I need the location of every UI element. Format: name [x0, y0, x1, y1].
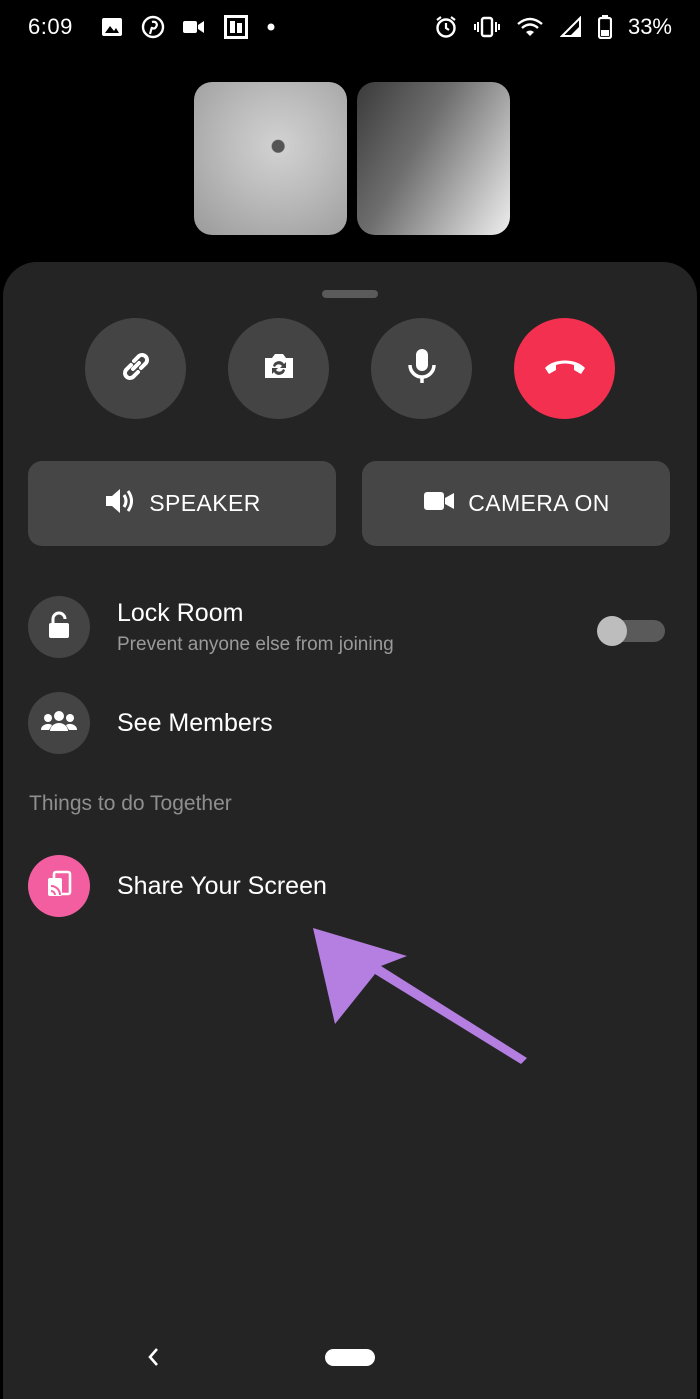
flip-camera-button[interactable]: [228, 318, 329, 419]
group-icon: [40, 709, 78, 738]
share-screen-row[interactable]: Share Your Screen: [28, 855, 327, 917]
section-heading: Things to do Together: [29, 792, 232, 815]
lock-icon: [46, 610, 72, 645]
camera-icon: [422, 489, 456, 519]
see-members-label: See Members: [117, 708, 273, 737]
flip-camera-icon: [259, 346, 299, 391]
call-controls-sheet: SPEAKER CAMERA ON Lock Room Prevent anyo…: [3, 262, 697, 1399]
microphone-icon: [404, 346, 440, 391]
speaker-button[interactable]: SPEAKER: [28, 461, 336, 546]
photo-icon: [223, 14, 249, 40]
end-call-button[interactable]: [514, 318, 615, 419]
end-call-icon: [542, 354, 588, 383]
signal-icon: [559, 16, 582, 38]
back-button[interactable]: [146, 1345, 160, 1374]
lock-room-subtitle: Prevent anyone else from joining: [117, 633, 394, 655]
share-link-button[interactable]: [85, 318, 186, 419]
see-members-row[interactable]: See Members: [28, 692, 273, 754]
battery-percent: 33%: [627, 14, 672, 39]
audio-video-toggles: SPEAKER CAMERA ON: [28, 461, 670, 546]
image-icon: [101, 16, 123, 38]
home-pill[interactable]: [325, 1349, 375, 1366]
camera-label: CAMERA ON: [468, 490, 610, 516]
battery-icon: [597, 15, 612, 39]
toggle-knob: [597, 616, 627, 646]
pinterest-icon: [141, 15, 165, 39]
link-icon: [116, 346, 156, 391]
participant-video-tiles: [194, 82, 510, 235]
camera-button[interactable]: CAMERA ON: [362, 461, 670, 546]
lock-room-toggle[interactable]: [597, 616, 665, 646]
video-icon: [182, 19, 205, 35]
self-video-tile[interactable]: [357, 82, 510, 235]
share-screen-icon-wrap: [28, 855, 90, 917]
alarm-icon: [434, 15, 458, 39]
screen-share-icon: [44, 869, 74, 904]
call-action-buttons: [85, 318, 615, 419]
lock-room-icon-wrap: [28, 596, 90, 658]
see-members-icon-wrap: [28, 692, 90, 754]
sheet-drag-handle[interactable]: [322, 290, 378, 298]
speaker-label: SPEAKER: [149, 490, 261, 516]
back-chevron-icon: [146, 1348, 160, 1373]
status-time: 6:09: [28, 14, 73, 39]
annotation-arrow: [305, 922, 535, 1072]
vibrate-icon: [473, 16, 500, 38]
speaker-icon: [103, 485, 137, 523]
share-screen-label: Share Your Screen: [117, 871, 327, 900]
status-bar: 6:09 33%: [0, 0, 700, 54]
participant-video-tile[interactable]: [194, 82, 347, 235]
lock-room-title: Lock Room: [117, 598, 244, 627]
dot-icon: [267, 23, 275, 31]
wifi-icon: [516, 16, 544, 38]
mute-microphone-button[interactable]: [371, 318, 472, 419]
lock-room-row[interactable]: Lock Room Prevent anyone else from joini…: [28, 596, 394, 658]
